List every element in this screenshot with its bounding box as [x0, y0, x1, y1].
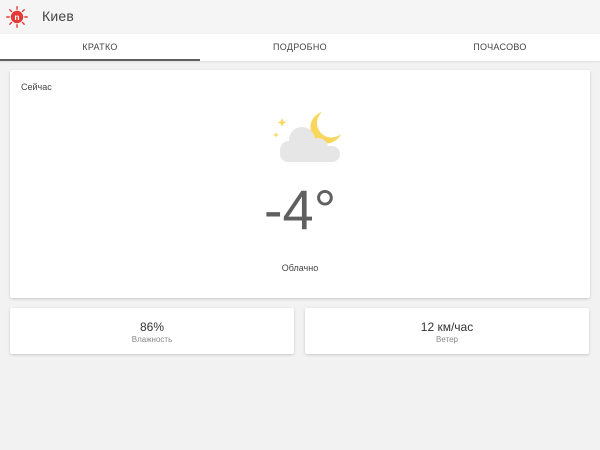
wind-value: 12 км/час	[420, 320, 474, 334]
logo-letter: n	[14, 12, 19, 22]
cloudy-night-icon	[273, 112, 341, 162]
tab-hourly[interactable]: ПОЧАСОВО	[400, 34, 600, 61]
current-weather-card: Сейчас -4° Облачно	[10, 70, 590, 298]
tab-detailed[interactable]: ПОДРОБНО	[200, 34, 400, 61]
temperature-value: -4°	[263, 178, 337, 241]
sun-logo-icon[interactable]: n	[6, 6, 28, 28]
tab-bar: КРАТКО ПОДРОБНО ПОЧАСОВО	[0, 34, 600, 61]
now-label: Сейчас	[21, 82, 52, 92]
humidity-label: Влажность	[131, 335, 173, 344]
wind-label: Ветер	[436, 335, 458, 344]
city-name: Киев	[42, 8, 74, 24]
condition-text: Облачно	[281, 263, 319, 273]
humidity-value: 86%	[139, 320, 165, 334]
app-header: n Киев	[0, 0, 600, 34]
wind-card: 12 км/час Ветер	[305, 308, 589, 354]
humidity-card: 86% Влажность	[10, 308, 294, 354]
tab-brief[interactable]: КРАТКО	[0, 34, 200, 61]
weather-app: n Киев КРАТКО ПОДРОБНО ПОЧАСОВО Сейчас -…	[0, 0, 600, 450]
